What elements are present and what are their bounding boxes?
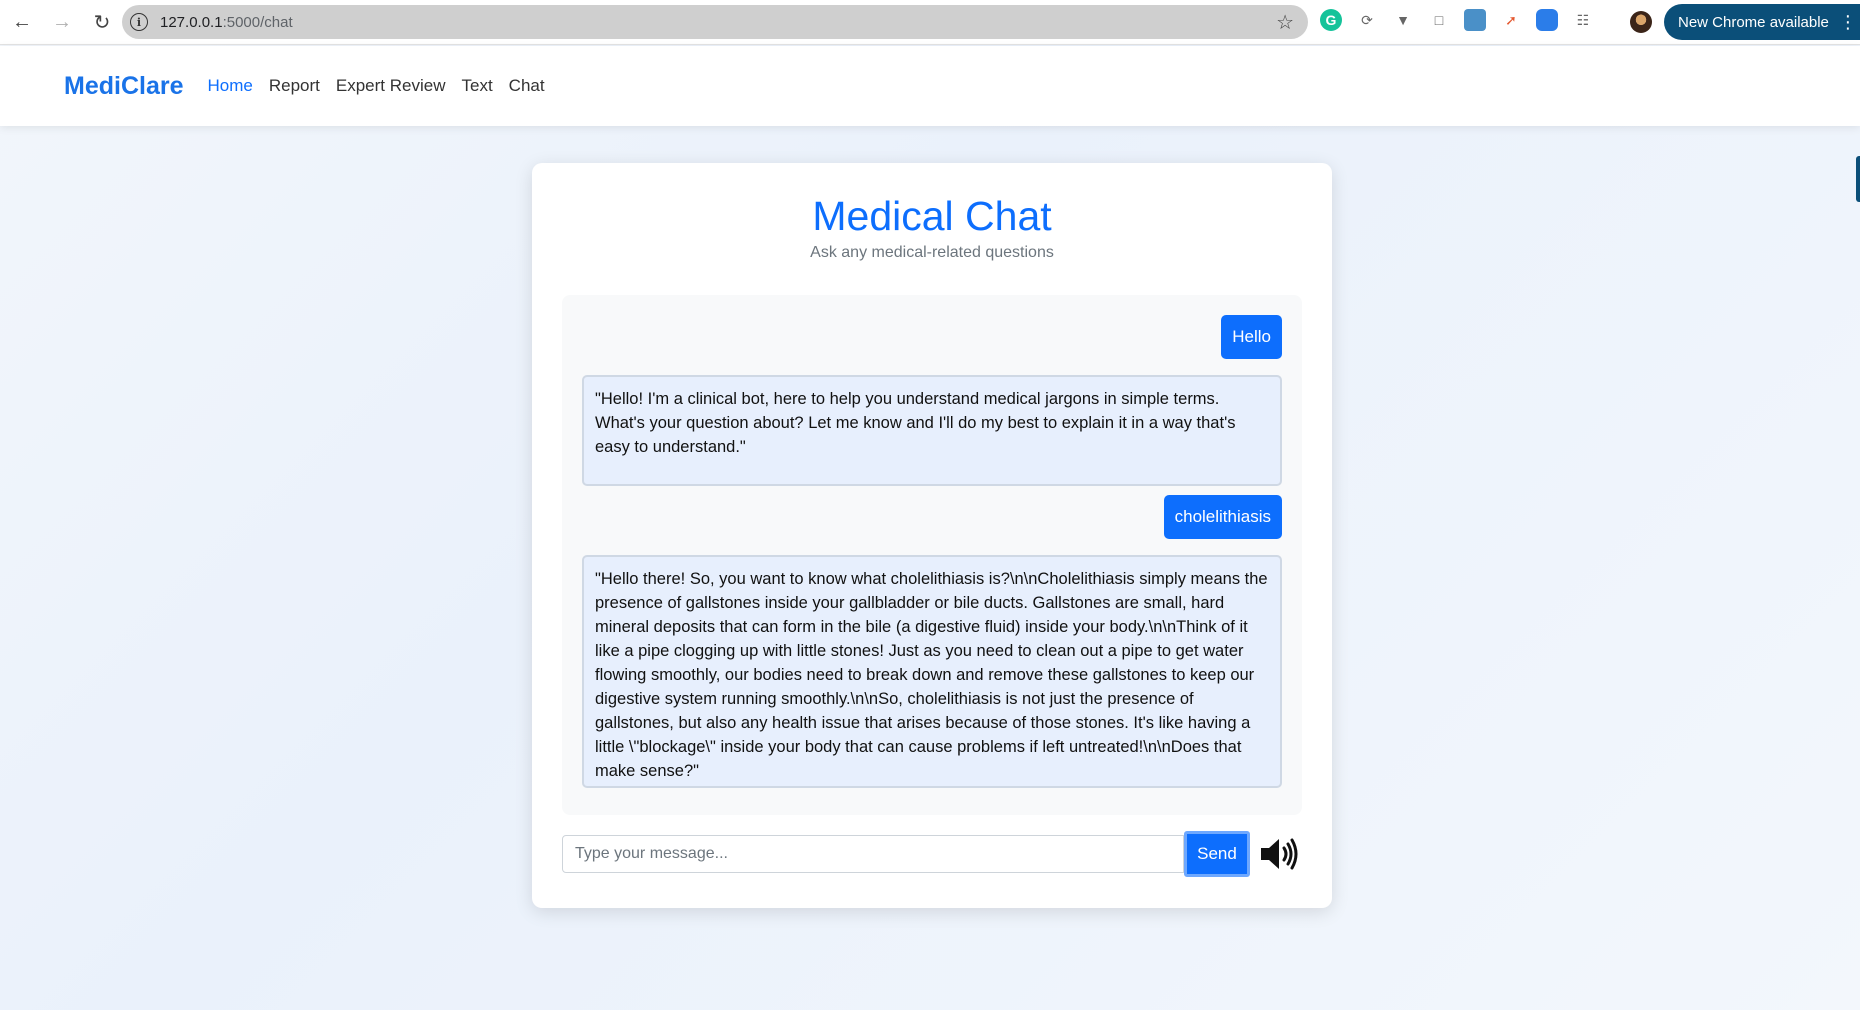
nav-links: Home Report Expert Review Text Chat: [207, 76, 544, 96]
browser-toolbar: ← → ↻ i 127.0.0.1:5000/chat ☆ G ⟳ ▼ □ ➚ …: [0, 0, 1860, 45]
forward-icon[interactable]: →: [44, 4, 80, 40]
page-subtitle: Ask any medical-related questions: [810, 244, 1054, 261]
nav-link-chat[interactable]: Chat: [509, 76, 545, 96]
nav-link-text[interactable]: Text: [461, 76, 492, 96]
url-host: 127.0.0.1: [160, 13, 223, 31]
send-button[interactable]: Send: [1184, 831, 1250, 877]
nav-link-home[interactable]: Home: [207, 76, 252, 96]
extension-icon[interactable]: □: [1428, 9, 1450, 31]
back-icon[interactable]: ←: [4, 4, 40, 40]
chat-card: Medical Chat Ask any medical-related que…: [532, 163, 1332, 908]
address-bar[interactable]: i 127.0.0.1:5000/chat ☆: [122, 5, 1308, 39]
brand-logo[interactable]: MediClare: [64, 72, 183, 101]
puzzle-icon[interactable]: ☷: [1572, 9, 1594, 31]
grammarly-icon[interactable]: G: [1320, 9, 1342, 31]
profile-avatar[interactable]: [1630, 11, 1652, 33]
extension-icon[interactable]: ➚: [1500, 9, 1522, 31]
extensions-bar: G ⟳ ▼ □ ➚ ☷: [1320, 9, 1594, 31]
page-title: Medical Chat: [812, 193, 1052, 239]
extension-icon[interactable]: [1536, 9, 1558, 31]
reload-icon[interactable]: ↻: [84, 4, 120, 40]
nav-link-report[interactable]: Report: [269, 76, 320, 96]
chat-messages[interactable]: Hello "Hello! I'm a clinical bot, here t…: [562, 295, 1302, 815]
more-vert-icon: ⋮: [1838, 11, 1857, 32]
extension-icon[interactable]: ⟳: [1356, 9, 1378, 31]
extension-icon[interactable]: ▼: [1392, 9, 1414, 31]
nav-link-expert-review[interactable]: Expert Review: [336, 76, 446, 96]
user-message: cholelithiasis: [1163, 495, 1282, 539]
side-panel-tab[interactable]: [1856, 156, 1860, 202]
bookmark-star-icon[interactable]: ☆: [1276, 10, 1294, 35]
app-navbar: MediClare Home Report Expert Review Text…: [0, 46, 1860, 202]
bot-message: "Hello there! So, you want to know what …: [582, 555, 1282, 788]
speaker-icon[interactable]: [1258, 834, 1302, 874]
url-text: 127.0.0.1:5000/chat: [160, 14, 293, 31]
bot-message: "Hello! I'm a clinical bot, here to help…: [582, 375, 1282, 486]
user-message: Hello: [1221, 315, 1282, 359]
update-label: New Chrome available: [1678, 13, 1829, 31]
message-input[interactable]: [562, 835, 1184, 873]
url-path: :5000/chat: [222, 13, 293, 31]
chrome-update-button[interactable]: New Chrome available ⋮: [1664, 4, 1860, 40]
extension-icon[interactable]: [1464, 9, 1486, 31]
site-info-icon[interactable]: i: [130, 13, 148, 31]
message-input-row: Send: [562, 831, 1302, 877]
